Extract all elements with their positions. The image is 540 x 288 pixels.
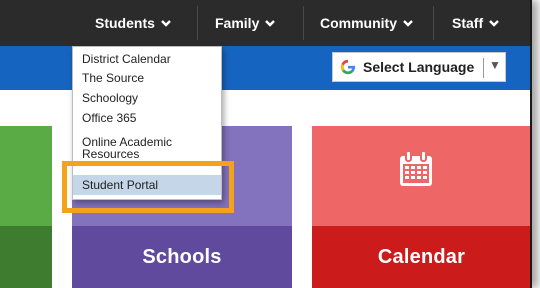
nav-family[interactable]: Family <box>215 0 276 46</box>
calendar-icon <box>400 150 432 186</box>
tile-green-top[interactable] <box>0 126 52 226</box>
menu-item-student-portal[interactable]: Student Portal <box>73 175 221 195</box>
nav-community-label: Community <box>320 15 397 31</box>
google-g-icon <box>340 59 356 75</box>
website-frame: Students Family Community Staff Select L… <box>0 0 532 288</box>
tile-schools[interactable]: Schools <box>72 226 292 288</box>
nav-students[interactable]: Students <box>95 0 172 46</box>
students-dropdown-menu: District Calendar The Source Schoology O… <box>72 46 222 200</box>
tile-calendar-label: Calendar <box>377 245 466 268</box>
tile-schools-label: Schools <box>142 245 222 268</box>
tile-green-bottom[interactable] <box>0 226 52 288</box>
top-navigation: Students Family Community Staff <box>0 0 530 46</box>
language-label: Select Language <box>363 59 475 75</box>
nav-family-label: Family <box>215 15 260 31</box>
language-divider <box>483 58 484 78</box>
nav-divider <box>197 6 198 40</box>
nav-community[interactable]: Community <box>320 0 414 46</box>
menu-item-schoology[interactable]: Schoology <box>73 88 221 108</box>
menu-item-office-365[interactable]: Office 365 <box>73 108 221 128</box>
nav-divider <box>303 6 304 40</box>
chevron-down-icon <box>403 20 413 27</box>
dropdown-arrow-icon: ▼ <box>489 58 501 72</box>
language-selector[interactable]: Select Language ▼ <box>332 52 506 82</box>
chevron-down-icon <box>489 20 499 27</box>
nav-divider <box>433 6 434 40</box>
menu-item-district-calendar[interactable]: District Calendar <box>73 49 221 69</box>
menu-item-label-line2: Resources <box>82 147 140 158</box>
menu-item-online-academic-resources[interactable]: Online Academic Resources <box>73 134 221 158</box>
nav-staff-label: Staff <box>452 15 484 31</box>
chevron-down-icon <box>265 20 276 27</box>
tile-calendar[interactable]: Calendar <box>312 226 530 288</box>
chevron-down-icon <box>161 20 171 27</box>
menu-item-the-source[interactable]: The Source <box>73 68 221 88</box>
nav-staff[interactable]: Staff <box>452 0 500 46</box>
nav-students-label: Students <box>95 15 155 31</box>
